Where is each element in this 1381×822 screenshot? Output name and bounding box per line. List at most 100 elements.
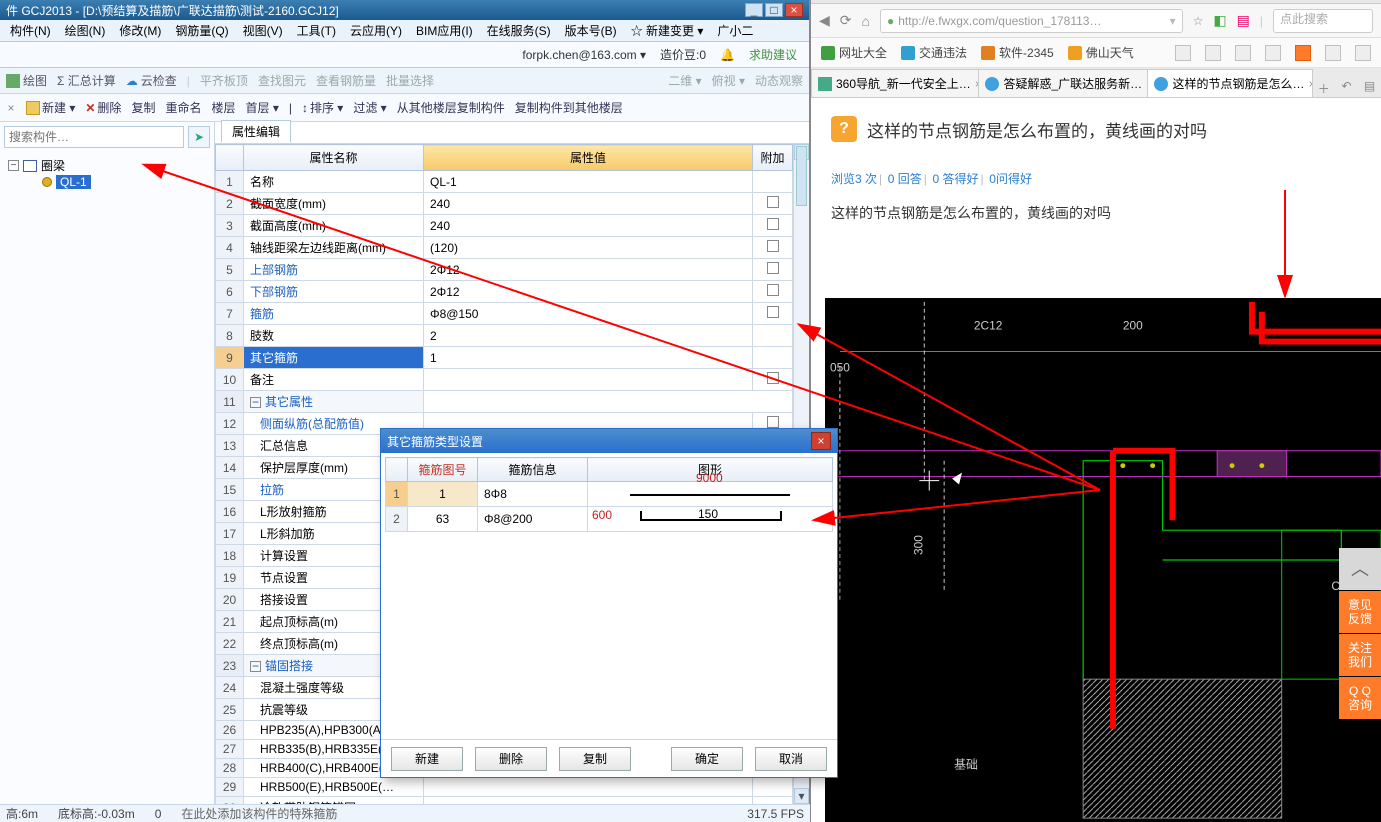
stirrup-row-2[interactable]: 2 63 Φ8@200 600150 [386,507,833,532]
bookmark-software[interactable]: 软件-2345 [981,44,1054,61]
dropdown-icon[interactable]: ▾ [1170,14,1176,28]
floor-select[interactable]: 首层 ▾ [245,99,278,116]
back-to-top-button[interactable]: ︿ [1339,548,1381,590]
tool-orbit[interactable]: 动态观察 [755,72,803,89]
bookmark-weather[interactable]: 佛山天气 [1068,44,1134,61]
tab-property-edit[interactable]: 属性编辑 [221,120,291,143]
toolbar-icon-6[interactable] [1325,45,1341,61]
stirrup-row-1[interactable]: 1 1 8Φ8 9000 [386,482,833,507]
property-row[interactable]: 4轴线距梁左边线距离(mm)(120) [216,237,793,259]
home-button[interactable]: ⌂ [862,13,870,29]
panel-close-x[interactable]: × [6,101,16,115]
sort-button[interactable]: ↕ 排序 ▾ [302,99,343,116]
menu-guangxiaoer[interactable]: 广小二 [711,20,759,41]
undo-tab-button[interactable]: ↶ [1338,79,1355,97]
tool-2d[interactable]: 二维 ▾ [668,72,701,89]
property-row[interactable]: 3截面高度(mm)240 [216,215,793,237]
filter-button[interactable]: 过滤 ▾ [353,99,386,116]
dlg-copy-button[interactable]: 复制 [559,747,631,771]
toolbar-icon-3[interactable] [1235,45,1251,61]
property-row[interactable]: 7箍筋Φ8@150 [216,303,793,325]
search-input[interactable] [4,126,184,148]
scroll-down-icon[interactable]: ▾ [794,788,809,804]
property-row[interactable]: 10备注 [216,369,793,391]
maximize-button[interactable]: □ [765,3,783,17]
dlg-cancel-button[interactable]: 取消 [755,747,827,771]
ext-icon-2[interactable]: ▤ [1237,12,1250,29]
menu-version[interactable]: 版本号(B) [559,20,623,41]
minimize-button[interactable]: _ [745,3,763,17]
url-input[interactable]: ● http://e.fwxgx.com/question_178113… ▾ [880,9,1183,33]
new-tab-button[interactable]: ＋ [1312,80,1335,97]
tool-draw[interactable]: 绘图 [6,72,47,89]
property-row[interactable]: 9其它箍筋1 [216,347,793,369]
menu-online[interactable]: 在线服务(S) [481,20,557,41]
toolbar-icon-1[interactable] [1175,45,1191,61]
delete-button[interactable]: ✕删除 [85,99,121,116]
menu-view[interactable]: 视图(V) [237,20,289,41]
property-row[interactable]: 30 冷轧带肋钢筋锚固 [216,797,793,805]
feedback-button[interactable]: 意见 反馈 [1339,591,1381,633]
bookmark-traffic[interactable]: 交通违法 [901,44,967,61]
ext-icon-1[interactable]: ◧ [1213,12,1226,29]
tool-find[interactable]: 查找图元 [258,72,306,89]
menu-bim[interactable]: BIM应用(I) [410,20,479,41]
property-row[interactable]: 6下部钢筋2Φ12 [216,281,793,303]
tab-question[interactable]: 这样的节点钢筋是怎么…× [1147,69,1313,97]
menu-rebar[interactable]: 钢筋量(Q) [169,20,234,41]
tool-batchsel[interactable]: 批量选择 [386,72,434,89]
search-go-button[interactable]: ➤ [188,126,210,148]
tree-item-ql1[interactable]: QL-1 [42,175,206,189]
toolbar-icon-4[interactable] [1265,45,1281,61]
scroll-thumb[interactable] [796,146,807,206]
collapse-icon[interactable]: − [8,160,19,171]
back-button[interactable]: ◀ [819,12,830,29]
favorite-button[interactable]: ☆ [1193,14,1204,28]
close-button[interactable]: × [785,3,803,17]
menu-cloud[interactable]: 云应用(Y) [344,20,408,41]
user-account[interactable]: forpk.chen@163.com ▾ [522,48,646,62]
property-row[interactable]: 29 HRB500(E),HRB500E(… [216,778,793,797]
bell-icon[interactable]: 🔔 [720,48,735,62]
tool-rebarview[interactable]: 查看钢筋量 [316,72,376,89]
menu-component[interactable]: 构件(N) [4,20,57,41]
property-row[interactable]: 1名称QL-1 [216,171,793,193]
tab-360nav[interactable]: 360导航_新一代安全上…× [811,69,979,97]
menu-newchange[interactable]: ☆ 新建变更 ▾ [625,20,710,41]
status-height: 高:6m [6,805,38,822]
refresh-button[interactable]: ⟳ [840,12,852,29]
rename-button[interactable]: 重命名 [165,99,201,116]
titlebar[interactable]: 件 GCJ2013 - [D:\预结算及描筋\广联达描筋\测试-2160.GCJ… [0,0,809,20]
follow-button[interactable]: 关注 我们 [1339,634,1381,676]
browser-search-input[interactable]: 点此搜索 [1273,9,1373,33]
copy-to-floor[interactable]: 复制构件到其他楼层 [515,99,623,116]
dlg-new-button[interactable]: 新建 [391,747,463,771]
copy-from-floor[interactable]: 从其他楼层复制构件 [397,99,505,116]
menu-draw[interactable]: 绘图(N) [59,20,112,41]
tool-sum[interactable]: Σ 汇总计算 [57,72,116,89]
new-button[interactable]: 新建 ▾ [26,99,75,116]
tree-root-ringbeam[interactable]: − 圈梁 [8,156,206,175]
toolbar-icon-5[interactable] [1295,45,1311,61]
dlg-delete-button[interactable]: 删除 [475,747,547,771]
bookmark-sites[interactable]: 网址大全 [821,44,887,61]
menu-modify[interactable]: 修改(M) [113,20,167,41]
tool-flushtop[interactable]: 平齐板顶 [200,72,248,89]
copy-button[interactable]: 复制 [131,99,155,116]
dlg-ok-button[interactable]: 确定 [671,747,743,771]
toolbar-icon-7[interactable] [1355,45,1371,61]
property-row[interactable]: 2截面宽度(mm)240 [216,193,793,215]
tool-topview[interactable]: 俯视 ▾ [712,72,745,89]
dialog-close-button[interactable]: × [811,432,831,450]
tool-cloudcheck[interactable]: ☁云检查 [126,72,177,89]
property-row[interactable]: 5上部钢筋2Φ12 [216,259,793,281]
tab-options-button[interactable]: ▤ [1361,79,1378,97]
property-row[interactable]: 8肢数2 [216,325,793,347]
toolbar-icon-2[interactable] [1205,45,1221,61]
qq-button[interactable]: Q Q 咨询 [1339,677,1381,719]
menu-tools[interactable]: 工具(T) [291,20,342,41]
dialog-titlebar[interactable]: 其它箍筋类型设置 × [381,429,837,453]
tab-faq[interactable]: 答疑解惑_广联达服务新…× [978,69,1148,97]
property-row[interactable]: 11−其它属性 [216,391,793,413]
suggest-button[interactable]: 求助建议 [749,46,797,63]
